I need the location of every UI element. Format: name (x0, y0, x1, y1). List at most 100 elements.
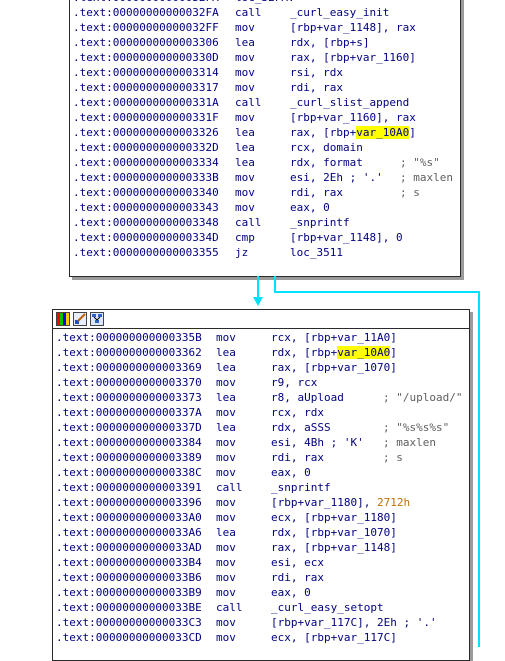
code-line[interactable]: .text:000000000000337D lea rdx, aSSS ; "%s%… (53, 420, 469, 435)
flow-edge-true-horizontal (274, 291, 480, 293)
code-line[interactable]: .text:00000000000033CD mov ecx, [rbp+var_1… (53, 630, 469, 645)
code-line[interactable]: .text:000000000000338C mov eax, 0 (53, 465, 469, 480)
code-line[interactable]: .text:00000000000032FF mov [rbp+var_1148],… (70, 20, 460, 35)
code-line[interactable]: .text:000000000000331A call _curl_slist_ap… (70, 95, 460, 110)
code-line[interactable]: .text:000000000000332D lea rcx, domain (70, 140, 460, 155)
instruction-operands[interactable]: [rbp+var_117C], 2Eh ; '.' (271, 615, 437, 630)
code-line[interactable]: .text:00000000000032FA call _curl_easy_ini… (70, 5, 460, 20)
instruction-operands[interactable]: rdx, aSSS (271, 420, 331, 435)
instruction-operands[interactable]: [rbp+var_1180], 2712h (271, 495, 410, 510)
instruction-operands[interactable]: rdi, rax (271, 450, 324, 465)
instruction-operands[interactable]: rcx, domain (290, 140, 363, 155)
code-line[interactable]: .text:00000000000033AD mov rax, [rbp+var_1… (53, 540, 469, 555)
instruction-mnemonic: lea (235, 36, 255, 49)
code-line[interactable]: .text:00000000000033A0 mov ecx, [rbp+var_1… (53, 510, 469, 525)
instruction-mnemonic: call (235, 216, 262, 229)
address-label: .text:00000000000033AD (56, 541, 202, 554)
code-line[interactable]: .text:0000000000003369 lea rax, [rbp+var_1… (53, 360, 469, 375)
code-line[interactable]: .text:0000000000003389 mov rdi, rax ; s (53, 450, 469, 465)
code-line[interactable]: .text:0000000000003370 mov r9, rcx (53, 375, 469, 390)
instruction-operands[interactable]: rdi, rax (290, 80, 343, 95)
code-line[interactable]: .text:00000000000033B4 mov esi, ecx (53, 555, 469, 570)
instruction-operands[interactable]: ecx, [rbp+var_1180] (271, 510, 397, 525)
instruction-operands[interactable]: [rbp+var_1148], rax (290, 20, 416, 35)
instruction-operands[interactable]: rdx, [rbp+var_10A0] (271, 345, 397, 360)
instruction-operands[interactable]: ecx, [rbp+var_117C] (271, 630, 397, 645)
address-label: .text:00000000000033B4 (56, 556, 202, 569)
code-line[interactable]: .text:0000000000003334 lea rdx, format ; "%… (70, 155, 460, 170)
instruction-operands[interactable]: rcx, rdx (271, 405, 324, 420)
code-line[interactable]: .text:0000000000003340 mov rdi, rax ; s (70, 185, 460, 200)
code-line[interactable]: .text:00000000000033C3 mov [rbp+var_117C],… (53, 615, 469, 630)
instruction-operands[interactable]: r8, aUpload (271, 390, 344, 405)
instruction-operands[interactable]: _snprintf (290, 215, 350, 230)
operand-text: rdi, rax (290, 81, 343, 94)
instruction-operands[interactable]: rdx, [rbp+s] (290, 35, 369, 50)
instruction-mnemonic: mov (216, 451, 236, 464)
code-line[interactable]: .text:0000000000003326 lea rax, [rbp+var_1… (70, 125, 460, 140)
instruction-operands[interactable]: _curl_easy_setopt (271, 600, 384, 615)
instruction-operands[interactable]: rdi, rax (290, 185, 343, 200)
instruction-operands[interactable]: esi, 2Eh ; '.' (290, 170, 383, 185)
code-line[interactable]: .text:0000000000003373 lea r8, aUpload ; "/… (53, 390, 469, 405)
instruction-mnemonic: mov (235, 21, 255, 34)
graph-overview-icon[interactable] (90, 312, 104, 326)
code-line[interactable]: .text:0000000000003348 call _snprintf (70, 215, 460, 230)
code-line[interactable]: .text:000000000000330D mov rax, [rbp+var_1… (70, 50, 460, 65)
operand-text: r9, rcx (271, 376, 318, 389)
code-line[interactable]: .text:0000000000003355 jz loc_3511 (70, 245, 460, 260)
instruction-comment: ; "%s" (400, 156, 440, 169)
code-line[interactable]: .text:0000000000003343 mov eax, 0 (70, 200, 460, 215)
instruction-operands[interactable]: _curl_slist_append (290, 95, 409, 110)
color-palette-icon[interactable] (56, 312, 70, 326)
instruction-operands[interactable]: rdi, rax (271, 570, 324, 585)
code-line[interactable]: .text:000000000000331F mov [rbp+var_1160],… (70, 110, 460, 125)
instruction-operands[interactable]: [rbp+var_1160], rax (290, 110, 416, 125)
code-line[interactable]: .text:000000000000335B mov rcx, [rbp+var_1… (53, 330, 469, 345)
instruction-operands[interactable]: [rbp+var_1148], 0 (290, 230, 403, 245)
edit-graph-icon[interactable] (73, 312, 87, 326)
code-line[interactable]: .text:0000000000003396 mov [rbp+var_1180],… (53, 495, 469, 510)
instruction-operands[interactable]: rdx, format (290, 155, 363, 170)
instruction-operands[interactable]: _curl_easy_init (290, 5, 389, 20)
address-label: .text:0000000000003391 (56, 481, 202, 494)
code-line[interactable]: .text:0000000000003384 mov esi, 4Bh ; 'K';… (53, 435, 469, 450)
code-line[interactable]: .text:00000000000033BE call _curl_easy_set… (53, 600, 469, 615)
instruction-operands[interactable]: r9, rcx (271, 375, 317, 390)
block-titlebar (53, 310, 469, 329)
instruction-operands[interactable]: rcx, [rbp+var_11A0] (271, 330, 397, 345)
code-block-top[interactable]: .text:00000000000032FAloc_32FA:.text:000… (69, 0, 461, 277)
instruction-operands[interactable]: rax, [rbp+var_1160] (290, 50, 416, 65)
instruction-operands[interactable]: _snprintf (271, 480, 331, 495)
code-line[interactable]: .text:0000000000003391 call _snprintf (53, 480, 469, 495)
instruction-operands[interactable]: rax, [rbp+var_10A0] (290, 125, 416, 140)
instruction-operands[interactable]: rax, [rbp+var_1148] (271, 540, 397, 555)
instruction-operands[interactable]: rdx, [rbp+var_1070] (271, 525, 397, 540)
highlighted-variable[interactable]: var_10A0 (356, 126, 410, 139)
code-line[interactable]: .text:0000000000003362 lea rdx, [rbp+var_1… (53, 345, 469, 360)
instruction-operands[interactable]: rsi, rdx (290, 65, 343, 80)
instruction-operands[interactable]: eax, 0 (271, 585, 311, 600)
code-line[interactable]: .text:00000000000033B6 mov rdi, rax (53, 570, 469, 585)
code-line[interactable]: .text:000000000000333B mov esi, 2Eh ; '.';… (70, 170, 460, 185)
code-line[interactable]: .text:00000000000033A6 lea rdx, [rbp+var_1… (53, 525, 469, 540)
code-block-bottom[interactable]: .text:000000000000335B mov rcx, [rbp+var_1… (52, 309, 470, 661)
code-line[interactable]: .text:0000000000003317 mov rdi, rax (70, 80, 460, 95)
code-line[interactable]: .text:0000000000003306 lea rdx, [rbp+s] (70, 35, 460, 50)
code-line[interactable]: .text:000000000000334D cmp [rbp+var_1148],… (70, 230, 460, 245)
operand-text: [rbp+var_1148], 0 (290, 231, 403, 244)
instruction-mnemonic: mov (216, 406, 236, 419)
operand-text: rcx, domain (290, 141, 363, 154)
instruction-operands[interactable]: esi, ecx (271, 555, 324, 570)
code-line[interactable]: .text:000000000000337A mov rcx, rdx (53, 405, 469, 420)
instruction-operands[interactable]: eax, 0 (271, 465, 311, 480)
instruction-operands[interactable]: rax, [rbp+var_1070] (271, 360, 397, 375)
address-label: .text:0000000000003369 (56, 361, 202, 374)
instruction-mnemonic: lea (216, 361, 236, 374)
code-line[interactable]: .text:0000000000003314 mov rsi, rdx (70, 65, 460, 80)
highlighted-variable[interactable]: var_10A0 (337, 346, 391, 359)
instruction-operands[interactable]: loc_3511 (290, 245, 343, 260)
instruction-operands[interactable]: eax, 0 (290, 200, 330, 215)
code-line[interactable]: .text:00000000000033B9 mov eax, 0 (53, 585, 469, 600)
instruction-operands[interactable]: esi, 4Bh ; 'K' (271, 435, 364, 450)
